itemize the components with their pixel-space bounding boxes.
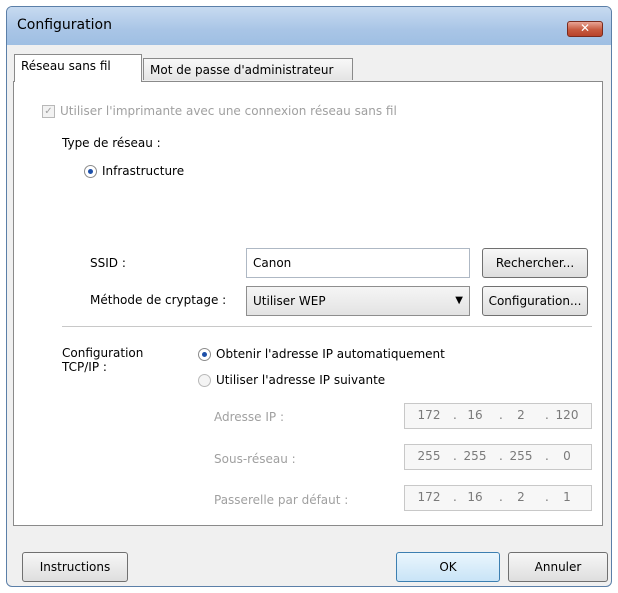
gateway-octet: 2	[517, 490, 525, 504]
search-button[interactable]: Rechercher...	[482, 248, 588, 278]
ssid-value: Canon	[253, 256, 292, 270]
tcpip-label-line2: TCP/IP :	[62, 360, 107, 374]
separator	[62, 326, 592, 327]
cancel-button[interactable]: Annuler	[508, 552, 608, 582]
check-icon: ✓	[44, 106, 53, 117]
auto-ip-label: Obtenir l'adresse IP automatiquement	[216, 347, 445, 361]
encryption-config-button[interactable]: Configuration...	[482, 286, 588, 316]
ip-address-label: Adresse IP :	[214, 410, 285, 424]
auto-ip-radio[interactable]	[198, 348, 211, 361]
ok-button[interactable]: OK	[396, 552, 500, 582]
subnet-octet: 255	[509, 449, 533, 463]
ip-address-field: 172 . 16 . 2 . 120	[404, 403, 592, 429]
tab-wireless[interactable]: Réseau sans fil	[14, 54, 142, 82]
infrastructure-radio[interactable]	[84, 165, 97, 178]
subnet-octet: 255	[463, 449, 487, 463]
manual-ip-label: Utiliser l'adresse IP suivante	[216, 373, 386, 387]
subnet-field: 255 . 255 . 255 . 0	[404, 444, 592, 470]
gateway-octet: 16	[467, 490, 483, 504]
ip-octet: 2	[517, 408, 525, 422]
window-title: Configuration	[17, 17, 112, 33]
use-wireless-checkbox[interactable]: ✓	[42, 105, 55, 118]
encryption-value: Utiliser WEP	[253, 294, 326, 308]
ip-octet: 172	[417, 408, 441, 422]
close-button[interactable]: ✕	[567, 21, 603, 37]
subnet-label: Sous-réseau :	[214, 452, 296, 466]
title-bar[interactable]: Configuration ✕	[7, 7, 611, 45]
tab-admin-password[interactable]: Mot de passe d'administrateur	[143, 58, 353, 80]
encryption-select[interactable]: Utiliser WEP ▼	[246, 286, 470, 316]
tab-admin-password-label: Mot de passe d'administrateur	[150, 63, 334, 77]
close-icon: ✕	[579, 21, 591, 35]
chevron-down-icon: ▼	[455, 295, 463, 306]
tcpip-label-line1: Configuration	[62, 346, 144, 360]
ssid-input[interactable]: Canon	[246, 248, 470, 278]
ip-octet: 16	[467, 408, 483, 422]
encryption-label: Méthode de cryptage :	[90, 293, 227, 307]
manual-ip-radio[interactable]	[198, 374, 211, 387]
gateway-octet: 1	[563, 490, 571, 504]
gateway-field: 172 . 16 . 2 . 1	[404, 485, 592, 511]
ip-octet: 120	[555, 408, 579, 422]
instructions-button[interactable]: Instructions	[22, 552, 128, 582]
subnet-octet: 255	[417, 449, 441, 463]
infrastructure-label: Infrastructure	[102, 164, 185, 178]
subnet-octet: 0	[563, 449, 571, 463]
use-wireless-label: Utiliser l'imprimante avec une connexion…	[60, 104, 397, 118]
gateway-label: Passerelle par défaut :	[214, 493, 349, 507]
network-type-label: Type de réseau :	[62, 136, 161, 150]
gateway-octet: 172	[417, 490, 441, 504]
tab-wireless-label: Réseau sans fil	[21, 59, 111, 73]
ssid-label: SSID :	[90, 256, 126, 270]
